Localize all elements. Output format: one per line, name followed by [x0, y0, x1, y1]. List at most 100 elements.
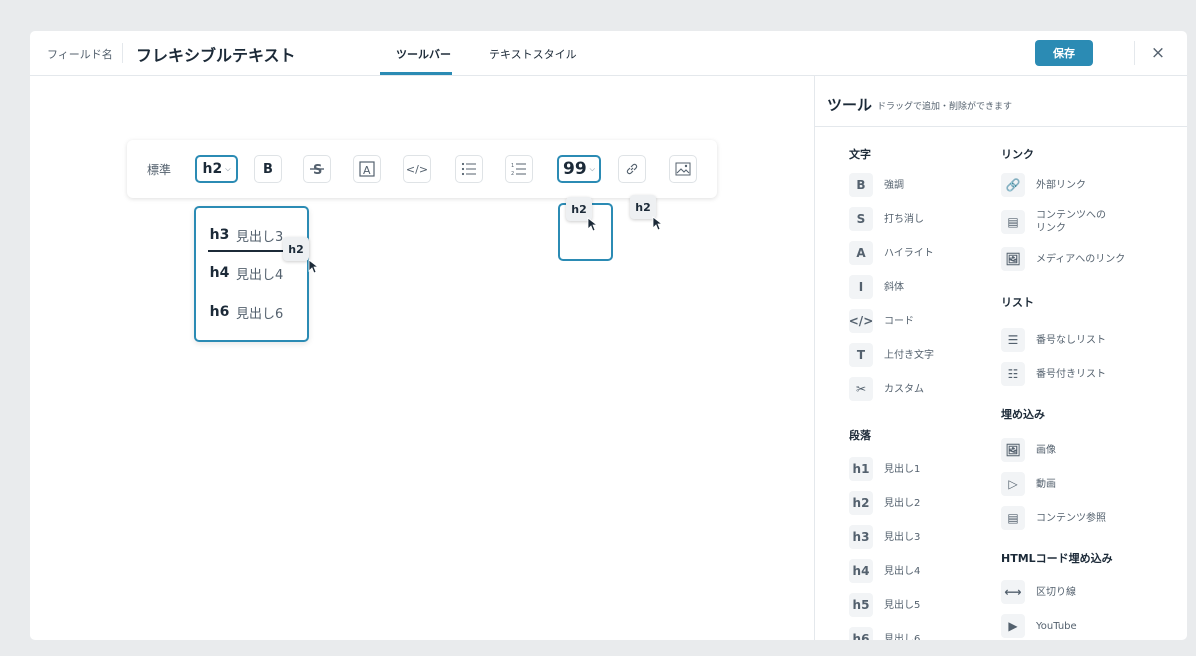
tab-toolbar[interactable]: ツールバー [396, 46, 451, 62]
bulleted-list-icon [461, 162, 476, 176]
field-label: フィールド名 [47, 48, 113, 61]
tool-item-html[interactable]: ▶ YouTube [1001, 614, 1077, 638]
bold-button[interactable]: B [254, 155, 282, 183]
link-icon [626, 163, 638, 175]
cursor-icon [652, 216, 663, 231]
heading-select-button[interactable]: h2 ⌵ [195, 155, 238, 183]
tool-item-list[interactable]: ☷ 番号付きリスト [1001, 362, 1106, 386]
drop-indicator-line [208, 250, 286, 252]
tool-label: 画像 [1036, 444, 1056, 456]
link-button[interactable] [618, 155, 646, 183]
svg-text:1: 1 [511, 163, 514, 169]
tool-icon: ☰ [1001, 328, 1025, 352]
tool-icon: ⟷ [1001, 580, 1025, 604]
tool-label: 上付き文字 [884, 349, 934, 361]
tool-icon: ▤ [1001, 210, 1025, 234]
image-button[interactable] [669, 155, 697, 183]
dropdown-item-key: h6 [209, 304, 230, 320]
heading-dropdown: h3 見出し3 h4 見出し4 h6 見出し6 [194, 206, 309, 342]
section-title-html: HTMLコード埋め込み [1001, 552, 1113, 565]
tool-icon: ▶ [1001, 614, 1025, 638]
save-button[interactable]: 保存 [1035, 40, 1093, 66]
tool-item-embed[interactable]: ▷ 動画 [1001, 472, 1056, 496]
tool-icon: ☷ [1001, 362, 1025, 386]
tool-item-text[interactable]: I 斜体 [849, 275, 904, 299]
dragged-chip[interactable]: h2 [283, 237, 309, 261]
tool-icon: 🖼 [1001, 438, 1025, 462]
tool-item-link[interactable]: 🔗 外部リンク [1001, 173, 1086, 197]
strikethrough-icon: S [310, 163, 324, 176]
tool-icon: B [849, 173, 873, 197]
dropdown-item-key: h4 [209, 265, 230, 281]
tool-label: メディアへのリンク [1036, 253, 1126, 265]
tool-label: 見出し3 [884, 531, 921, 543]
section-title-text: 文字 [849, 148, 871, 161]
tool-label: コンテンツ参照 [1036, 512, 1106, 524]
tool-label: 見出し2 [884, 497, 921, 509]
tool-item-html[interactable]: ⟷ 区切り線 [1001, 580, 1076, 604]
tool-item-text[interactable]: A ハイライト [849, 241, 934, 265]
tool-item-text[interactable]: T 上付き文字 [849, 343, 934, 367]
tool-label: 見出し1 [884, 463, 921, 475]
dropdown-item-label: 見出し3 [236, 229, 284, 245]
tool-item-link[interactable]: 🖼 メディアへのリンク [1001, 247, 1125, 271]
tool-item-list[interactable]: ☰ 番号なしリスト [1001, 328, 1106, 352]
panel-title: ツール [827, 96, 873, 114]
editor-toolbar: 標準 h2⌵ B S A </> 12 99⌵ [127, 140, 717, 198]
code-icon: </> [405, 162, 429, 176]
active-tab-indicator [380, 72, 452, 75]
tool-icon: 🔗 [1001, 173, 1025, 197]
section-title-link: リンク [1001, 148, 1034, 161]
tool-label: 区切り線 [1036, 586, 1076, 598]
tab-text-style[interactable]: テキストスタイル [489, 46, 577, 62]
bold-icon: B [263, 161, 273, 177]
strike-button[interactable]: S [303, 155, 331, 183]
tool-item-paragraph[interactable]: h3 見出し3 [849, 525, 920, 549]
tool-label: コンテンツへの リンク [1036, 210, 1106, 234]
numbered-list-button[interactable]: 12 [505, 155, 533, 183]
tool-item-paragraph[interactable]: h4 見出し4 [849, 559, 920, 583]
code-button[interactable]: </> [403, 155, 431, 183]
style-label: 標準 [147, 163, 172, 177]
tool-label: 動画 [1036, 478, 1056, 490]
tool-label: 強調 [884, 179, 904, 191]
tool-icon: ▤ [1001, 506, 1025, 530]
chevron-down-icon: ⌵ [589, 164, 595, 173]
dropdown-item-label: 見出し4 [236, 267, 284, 283]
tool-item-paragraph[interactable]: h1 見出し1 [849, 457, 920, 481]
quote-button[interactable]: 99 ⌵ [557, 155, 601, 183]
tool-item-link[interactable]: ▤ コンテンツへの リンク [1001, 210, 1106, 234]
tool-item-text[interactable]: S 打ち消し [849, 207, 924, 231]
close-divider [1134, 41, 1135, 65]
tool-item-paragraph[interactable]: h2 見出し2 [849, 491, 920, 515]
header-divider [122, 43, 123, 63]
tool-label: ハイライト [884, 247, 934, 259]
tool-item-paragraph[interactable]: h5 見出し5 [849, 593, 920, 617]
dropdown-item-h6[interactable]: h6 見出し6 [203, 297, 303, 327]
panel-subtitle: ドラッグで追加・削除ができます [877, 102, 1013, 112]
editor-window: フィールド名 フレキシブルテキスト ツールバー テキストスタイル 保存 × 標準… [30, 31, 1187, 640]
heading-value: h2 [202, 161, 223, 177]
tool-item-paragraph[interactable]: h6 見出し6 [849, 627, 920, 640]
cursor-icon [587, 217, 598, 232]
close-icon[interactable]: × [1148, 43, 1168, 63]
dropdown-item-h4[interactable]: h4 見出し4 [203, 258, 303, 288]
image-icon [675, 162, 691, 176]
tool-item-text[interactable]: B 強調 [849, 173, 904, 197]
tool-item-embed[interactable]: ▤ コンテンツ参照 [1001, 506, 1106, 530]
tool-label: 見出し6 [884, 633, 921, 641]
bulleted-list-button[interactable] [455, 155, 483, 183]
chevron-down-icon: ⌵ [225, 164, 231, 173]
section-title-paragraph: 段落 [849, 429, 871, 442]
tool-label: コード [884, 315, 914, 327]
tool-item-embed[interactable]: 🖼 画像 [1001, 438, 1056, 462]
tool-icon: h4 [849, 559, 873, 583]
tool-label: 外部リンク [1036, 179, 1086, 191]
tool-item-text[interactable]: </> コード [849, 309, 914, 333]
tool-icon: h3 [849, 525, 873, 549]
tool-icon: h5 [849, 593, 873, 617]
header-bar: フィールド名 フレキシブルテキスト ツールバー テキストスタイル 保存 × [30, 31, 1187, 76]
field-name: フレキシブルテキスト [136, 46, 296, 65]
highlight-button[interactable]: A [353, 155, 381, 183]
tool-item-text[interactable]: ✂ カスタム [849, 377, 924, 401]
